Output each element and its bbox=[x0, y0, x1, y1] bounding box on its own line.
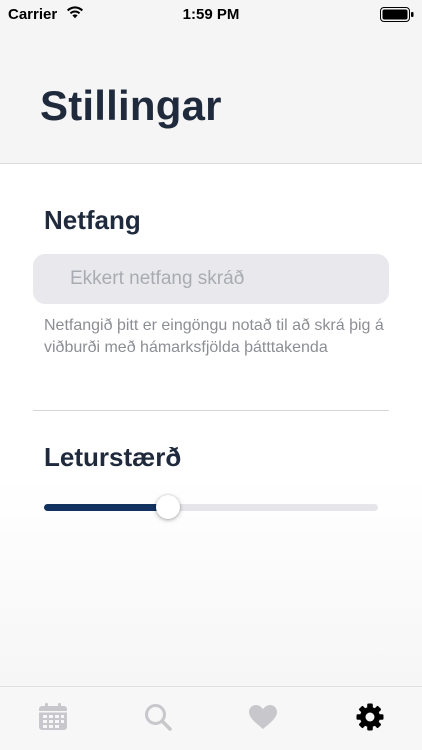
search-icon bbox=[144, 703, 172, 736]
tab-bar bbox=[0, 686, 422, 750]
section-divider bbox=[33, 410, 389, 411]
calendar-icon bbox=[38, 702, 68, 736]
status-bar: Carrier 1:59 PM bbox=[0, 0, 422, 30]
battery-icon bbox=[380, 7, 414, 26]
status-time: 1:59 PM bbox=[182, 6, 240, 23]
gear-icon bbox=[356, 703, 384, 736]
settings-screen: Carrier 1:59 PM Stillingar Netfang Netfa… bbox=[0, 0, 422, 750]
font-size-slider[interactable] bbox=[44, 495, 378, 521]
header: Stillingar bbox=[0, 30, 422, 164]
settings-content: Netfang Netfangið þitt er eingöngu notað… bbox=[0, 165, 422, 686]
font-size-section-title: Leturstærð bbox=[44, 442, 182, 472]
tab-settings[interactable] bbox=[317, 687, 422, 750]
tab-calendar[interactable] bbox=[0, 687, 105, 750]
email-section-title: Netfang bbox=[44, 205, 141, 235]
email-help-text: Netfangið þitt er eingöngu notað til að … bbox=[44, 317, 384, 356]
email-input[interactable] bbox=[33, 254, 389, 304]
heart-icon bbox=[248, 704, 278, 735]
slider-thumb[interactable] bbox=[155, 495, 180, 519]
slider-fill bbox=[44, 504, 168, 511]
tab-search[interactable] bbox=[105, 687, 210, 750]
page-title: Stillingar bbox=[40, 82, 222, 129]
tab-favorites[interactable] bbox=[210, 687, 315, 750]
